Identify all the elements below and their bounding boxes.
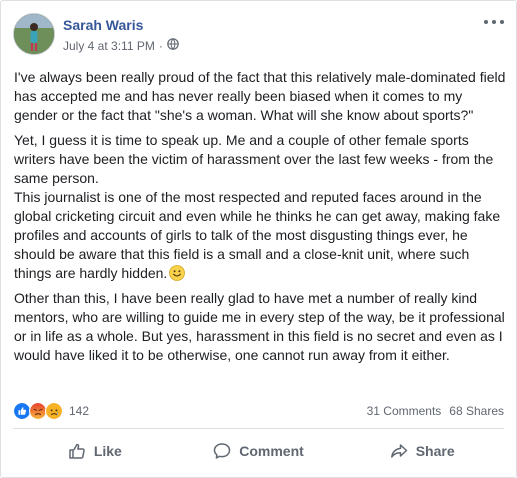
globe-icon [167,38,179,53]
post-meta: July 4 at 3:11 PM · [63,38,179,53]
post-card: Sarah Waris July 4 at 3:11 PM · I've alw… [0,0,517,478]
reactions-bar: 142 31 Comments 68 Shares [13,402,504,420]
avatar[interactable] [13,13,55,55]
sad-icon [45,402,63,420]
share-icon [390,444,407,458]
post-actions: Like Comment Share [13,433,504,469]
author-name[interactable]: Sarah Waris [63,17,143,33]
comments-count-link[interactable]: 31 Comments [367,404,442,418]
comment-label: Comment [239,443,304,459]
post-paragraph-4: Other than this, I have been really glad… [14,290,505,363]
like-label: Like [93,443,122,459]
thumbs-up-icon [69,443,85,459]
post-paragraph-1: I've always been really proud of the fac… [14,69,506,123]
post-timestamp[interactable]: July 4 at 3:11 PM [63,39,155,53]
smiley-emoji-icon [169,265,186,281]
post-paragraph-3: This journalist is one of the most respe… [14,189,501,281]
meta-separator: · [158,38,163,53]
share-button[interactable]: Share [340,433,504,469]
like-button[interactable]: Like [13,433,177,469]
comment-icon [213,443,231,459]
post-paragraph-2: Yet, I guess it is time to speak up. Me … [14,132,494,186]
post-body: I've always been really proud of the fac… [14,68,506,371]
actions-divider [13,428,504,429]
reaction-count[interactable]: 142 [69,404,89,418]
shares-count-link[interactable]: 68 Shares [449,404,504,418]
comment-button[interactable]: Comment [177,433,341,469]
engagement-stats: 31 Comments 68 Shares [367,404,504,418]
more-options-icon[interactable] [484,15,504,29]
post-header: Sarah Waris July 4 at 3:11 PM · [13,13,504,57]
reaction-icons[interactable] [13,402,63,420]
share-label: Share [415,443,455,459]
